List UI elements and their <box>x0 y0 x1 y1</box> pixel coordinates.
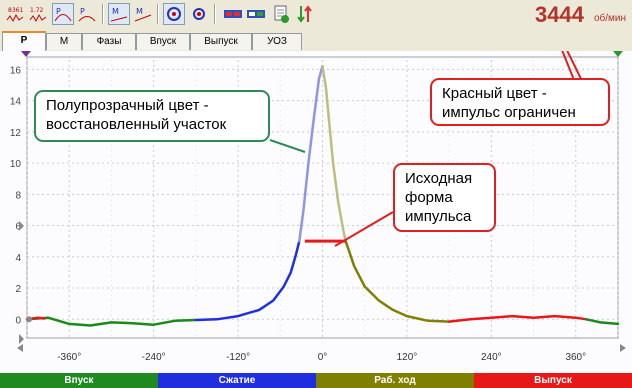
tab-p[interactable]: P <box>2 31 46 51</box>
svg-text:M: M <box>136 7 143 16</box>
phase-exhaust: Выпуск <box>474 373 632 388</box>
callout-original-line3: импульса <box>405 208 472 225</box>
svg-text:8361: 8361 <box>8 7 23 14</box>
toolbar-separator <box>214 4 215 24</box>
callout-limited: Красный цвет - импульс ограничен <box>430 78 610 126</box>
tab-intake[interactable]: Впуск <box>136 33 190 50</box>
sort-icon[interactable] <box>293 3 315 25</box>
y-tick-label: 2 <box>15 284 21 295</box>
rpm-unit: об/мин <box>593 13 626 24</box>
callout-limited-line1: Красный цвет - <box>442 85 547 102</box>
switch-blue-icon[interactable] <box>245 3 267 25</box>
marker-icon[interactable]: M <box>108 3 130 25</box>
tab-ignition[interactable]: УОЗ <box>252 33 302 50</box>
y-tick-label: 14 <box>10 97 22 108</box>
y-tick-label: 4 <box>15 253 21 264</box>
pressure-small-icon[interactable]: P <box>76 3 98 25</box>
x-tick-label: -120° <box>226 352 250 363</box>
marker-origin-icon <box>26 316 32 323</box>
rotate-small-icon[interactable] <box>188 3 210 25</box>
y-tick-label: 16 <box>10 65 22 76</box>
rotate-icon[interactable] <box>163 3 185 25</box>
callout-original: Исходная форма импульса <box>393 163 496 232</box>
report-icon[interactable] <box>270 3 292 25</box>
toolbar-separator <box>157 4 158 24</box>
callout-limited-line2: импульс ограничен <box>442 104 576 121</box>
phase-power: Раб. ход <box>316 373 474 388</box>
y-tick-label: 12 <box>10 128 22 139</box>
callout-original-line1: Исходная <box>405 170 473 187</box>
x-tick-label: 120° <box>397 352 418 363</box>
tab-m[interactable]: M <box>46 33 82 50</box>
callout-restored-line1: Полупрозрачный цвет - <box>46 97 209 114</box>
phase-bar: Впуск Сжатие Раб. ход Выпуск <box>0 373 632 388</box>
toolbar-separator <box>102 4 103 24</box>
svg-text:P: P <box>80 7 85 16</box>
switch-red-icon[interactable] <box>222 3 244 25</box>
rpm-value: 3444 <box>535 2 584 27</box>
callout-original-line2: форма <box>405 189 453 206</box>
marker-move-icon[interactable]: M <box>132 3 154 25</box>
callout-restored: Полупрозрачный цвет - восстановленный уч… <box>34 90 270 142</box>
pressure-icon[interactable]: P <box>52 3 74 25</box>
svg-text:P: P <box>56 7 61 16</box>
x-tick-label: -360° <box>57 352 81 363</box>
phase-intake: Впуск <box>0 373 158 388</box>
callout-restored-line2: восстановленный участок <box>46 116 227 133</box>
svg-text:M: M <box>112 7 119 16</box>
toolbar: 8361 1.72 P P M M 3444 об/мин <box>0 0 632 30</box>
phase-compression: Сжатие <box>158 373 316 388</box>
x-tick-label: 360° <box>565 352 586 363</box>
x-tick-label: 240° <box>481 352 502 363</box>
x-tick-label: -240° <box>142 352 166 363</box>
y-tick-label: 10 <box>10 159 22 170</box>
x-tick-label: 0° <box>318 352 328 363</box>
tab-exhaust[interactable]: Выпуск <box>190 33 252 50</box>
svg-text:1.72: 1.72 <box>30 7 44 14</box>
waveform-value-icon[interactable]: 1.72 <box>27 3 49 25</box>
waveform-icon[interactable]: 8361 <box>4 3 26 25</box>
tab-bar: P M Фазы Впуск Выпуск УОЗ <box>0 31 632 51</box>
tab-phases[interactable]: Фазы <box>82 33 136 50</box>
rpm-display: 3444 об/мин <box>516 2 626 30</box>
y-tick-label: 0 <box>15 315 21 326</box>
y-tick-label: 8 <box>15 190 21 201</box>
